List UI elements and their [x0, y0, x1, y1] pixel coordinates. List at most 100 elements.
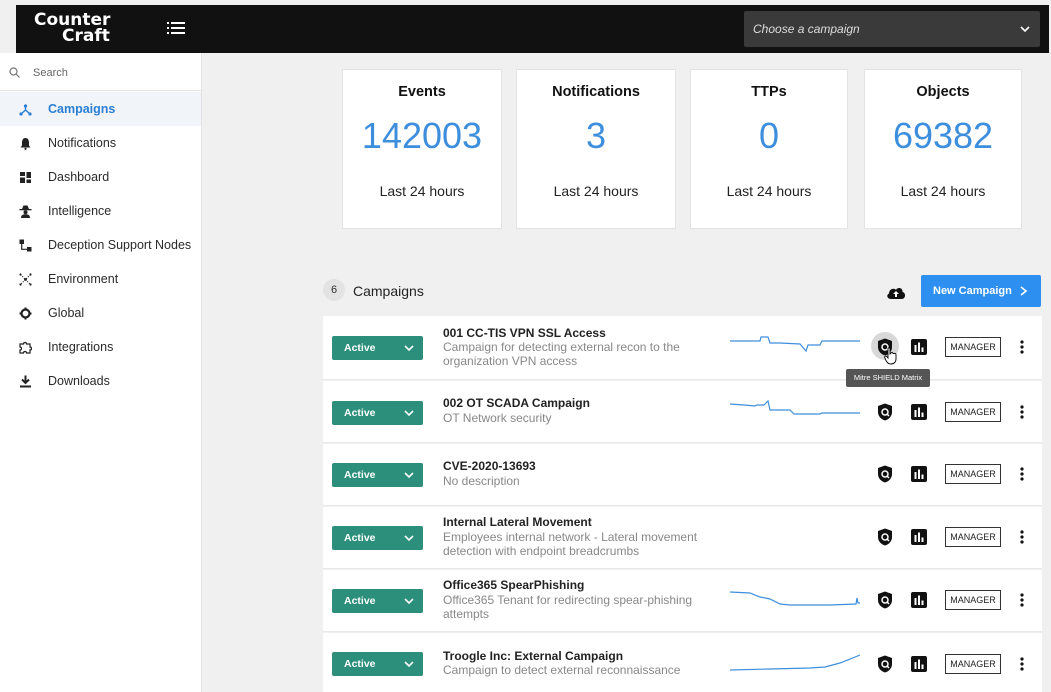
manager-button[interactable]: MANAGER — [945, 402, 1001, 422]
campaign-row[interactable]: Active Internal Lateral Movement Employe… — [323, 507, 1042, 569]
chart-icon[interactable] — [911, 529, 927, 545]
chart-icon[interactable] — [911, 656, 927, 672]
mitre-shield-icon[interactable] — [877, 655, 893, 673]
manager-button[interactable]: MANAGER — [945, 464, 1001, 484]
sidebar-item-intelligence[interactable]: Intelligence — [0, 194, 201, 228]
chart-icon[interactable] — [911, 592, 927, 608]
campaign-name[interactable]: Office365 SpearPhishing — [443, 578, 584, 592]
chevron-down-icon — [404, 345, 414, 352]
campaign-row[interactable]: Active Troogle Inc: External Campaign Ca… — [323, 633, 1042, 692]
campaigns-heading: Campaigns — [353, 283, 424, 299]
chevron-down-icon — [404, 472, 414, 479]
campaign-row[interactable]: Active 001 CC-TIS VPN SSL Access Campaig… — [323, 316, 1042, 380]
chart-icon[interactable] — [911, 466, 927, 482]
campaign-row[interactable]: Active Office365 SpearPhishing Office365… — [323, 570, 1042, 632]
more-options-icon[interactable] — [1020, 530, 1024, 544]
sidebar-item-label: Downloads — [48, 374, 110, 388]
status-label: Active — [344, 469, 376, 481]
sidebar-item-dashboard[interactable]: Dashboard — [0, 160, 201, 194]
sidebar-item-label: Environment — [48, 272, 119, 286]
campaign-description: OT Network security — [443, 411, 552, 425]
mitre-shield-icon[interactable] — [877, 591, 893, 609]
mitre-shield-icon[interactable] — [877, 528, 893, 546]
status-dropdown[interactable]: Active — [332, 336, 423, 360]
search-box[interactable]: Search — [0, 53, 201, 91]
top-bar: Counter Craft Choose a campaign — [16, 5, 1049, 53]
campaign-name[interactable]: Internal Lateral Movement — [443, 515, 592, 529]
campaign-count-badge: 6 — [323, 279, 345, 301]
status-label: Active — [344, 342, 376, 354]
stat-card-objects[interactable]: Objects 69382 Last 24 hours — [864, 69, 1022, 229]
more-options-icon[interactable] — [1020, 593, 1024, 607]
sidebar-item-label: Campaigns — [48, 102, 116, 116]
status-dropdown[interactable]: Active — [332, 652, 423, 676]
more-options-icon[interactable] — [1020, 467, 1024, 481]
gear-icon — [19, 307, 32, 320]
hand-cursor-icon — [884, 347, 897, 365]
sidebar-item-global[interactable]: Global — [0, 296, 201, 330]
cloud-upload-icon[interactable] — [886, 284, 906, 300]
chevron-down-icon — [404, 598, 414, 605]
campaign-description: Employees internal network - Lateral mov… — [443, 530, 698, 558]
spy-icon — [19, 205, 32, 218]
dashboard-icon — [20, 172, 31, 183]
status-dropdown[interactable]: Active — [332, 589, 423, 613]
status-dropdown[interactable]: Active — [332, 463, 423, 487]
status-dropdown[interactable]: Active — [332, 526, 423, 550]
sidebar-item-deception-support-nodes[interactable]: Deception Support Nodes — [0, 228, 201, 262]
search-icon — [9, 67, 20, 78]
activity-sparkline — [730, 399, 860, 415]
stat-subtitle: Last 24 hours — [900, 183, 986, 199]
stat-card-ttps[interactable]: TTPs 0 Last 24 hours — [690, 69, 848, 229]
campaign-name[interactable]: Troogle Inc: External Campaign — [443, 649, 623, 663]
stat-title: Events — [398, 84, 446, 100]
sidebar-item-label: Integrations — [48, 340, 114, 354]
stat-title: TTPs — [751, 84, 787, 100]
stat-card-notifications[interactable]: Notifications 3 Last 24 hours — [516, 69, 676, 229]
campaign-select-placeholder: Choose a campaign — [753, 22, 860, 36]
mitre-shield-icon[interactable] — [877, 465, 893, 483]
stat-subtitle: Last 24 hours — [379, 183, 465, 199]
stat-value: 3 — [585, 115, 607, 156]
stat-title: Objects — [916, 84, 970, 100]
campaign-select[interactable]: Choose a campaign — [744, 11, 1040, 47]
counter-craft-logo[interactable]: Counter Craft — [34, 9, 134, 49]
sidebar-item-label: Deception Support Nodes — [48, 238, 192, 252]
manager-button[interactable]: MANAGER — [945, 654, 1001, 674]
campaign-description: Office365 Tenant for redirecting spear-p… — [443, 593, 693, 621]
manager-button[interactable]: MANAGER — [945, 590, 1001, 610]
new-campaign-button[interactable]: New Campaign — [921, 275, 1041, 307]
sidebar-item-downloads[interactable]: Downloads — [0, 364, 201, 398]
search-input[interactable]: Search — [33, 67, 68, 79]
campaign-name[interactable]: 002 OT SCADA Campaign — [443, 396, 590, 410]
status-label: Active — [344, 595, 376, 607]
campaign-row[interactable]: Active CVE-2020-13693 No description MAN… — [323, 444, 1042, 506]
chevron-down-icon — [404, 410, 414, 417]
chevron-down-icon — [404, 535, 414, 542]
status-dropdown[interactable]: Active — [332, 401, 423, 425]
sidebar-item-campaigns[interactable]: Campaigns — [0, 92, 201, 126]
mitre-shield-icon[interactable] — [877, 403, 893, 421]
sidebar-item-environment[interactable]: Environment — [0, 262, 201, 296]
menu-icon[interactable] — [167, 19, 185, 37]
campaign-name[interactable]: 001 CC-TIS VPN SSL Access — [443, 326, 606, 340]
chart-icon[interactable] — [911, 339, 927, 355]
sidebar-item-integrations[interactable]: Integrations — [0, 330, 201, 364]
campaigns-icon — [19, 104, 32, 116]
nodes-icon — [19, 239, 32, 252]
download-icon — [20, 375, 31, 388]
sidebar-item-notifications[interactable]: Notifications — [0, 126, 201, 160]
stat-card-events[interactable]: Events 142003 Last 24 hours — [342, 69, 502, 229]
more-options-icon[interactable] — [1020, 657, 1024, 671]
campaign-row[interactable]: Active 002 OT SCADA Campaign OT Network … — [323, 381, 1042, 443]
chart-icon[interactable] — [911, 404, 927, 420]
manager-button[interactable]: MANAGER — [945, 527, 1001, 547]
manager-button[interactable]: MANAGER — [945, 337, 1001, 357]
campaign-name[interactable]: CVE-2020-13693 — [443, 459, 536, 473]
campaign-description: No description — [443, 474, 520, 488]
stat-value: 142003 — [361, 115, 483, 156]
chevron-right-icon — [1020, 286, 1027, 296]
new-campaign-label: New Campaign — [933, 285, 1012, 297]
more-options-icon[interactable] — [1020, 340, 1024, 354]
more-options-icon[interactable] — [1020, 405, 1024, 419]
